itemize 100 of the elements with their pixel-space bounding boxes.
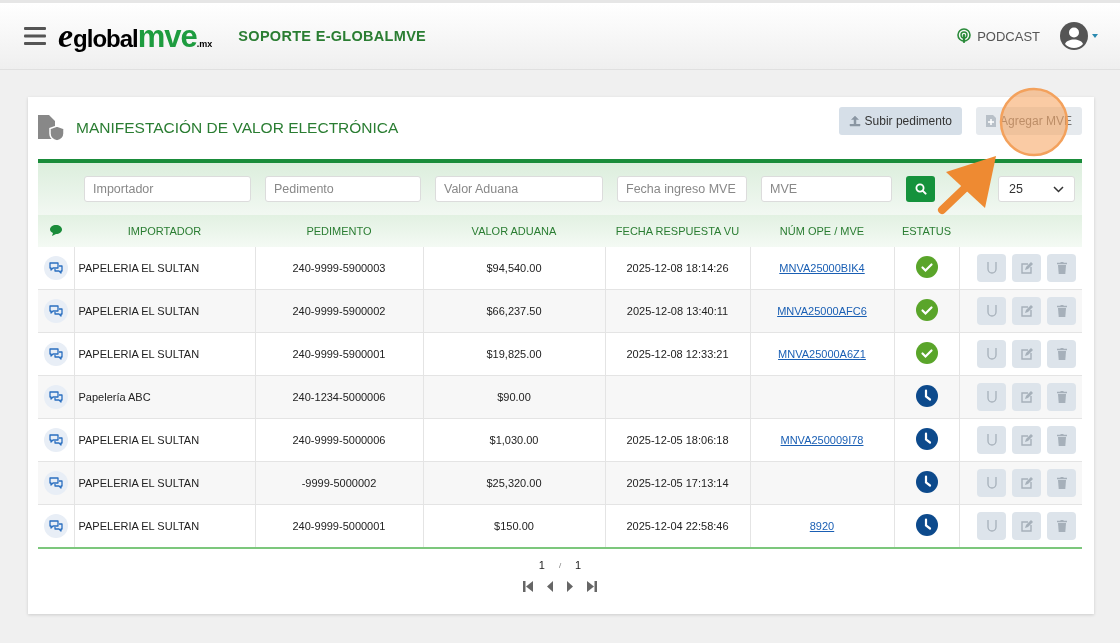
u-shape-icon	[986, 348, 997, 360]
table-cell: 240-9999-5900003	[292, 262, 386, 274]
delete-button[interactable]	[1047, 340, 1076, 368]
table-cell: $150.00	[494, 520, 534, 532]
clock-icon	[915, 471, 938, 493]
table-cell: $19,825.00	[486, 348, 542, 360]
delete-button[interactable]	[1047, 426, 1076, 454]
delete-button[interactable]	[1047, 383, 1076, 411]
podcast-link[interactable]: PODCAST	[957, 28, 1040, 44]
chat-button[interactable]	[43, 299, 68, 323]
panel-title: MANIFESTACIÓN DE VALOR ELECTRÓNICA	[76, 119, 399, 137]
delete-button[interactable]	[1047, 512, 1076, 540]
mve-link[interactable]: MNVA25000BIK4	[779, 262, 865, 274]
mve-link[interactable]: 8920	[809, 520, 835, 532]
column-header: IMPORTADOR	[127, 225, 202, 237]
table-cell: 2025-12-04 22:58:46	[626, 520, 729, 532]
logo[interactable]: eglobalmve.mx	[58, 17, 213, 55]
table-cell: PAPELERIA EL SULTAN	[78, 520, 200, 532]
chat-icon	[47, 347, 64, 361]
edit-icon	[1020, 434, 1033, 446]
u-shape-icon	[986, 477, 997, 489]
table-cell: $1,030.00	[489, 434, 539, 446]
column-header: VALOR ADUANA	[471, 225, 557, 237]
comment-icon	[50, 224, 62, 236]
trash-icon	[1056, 434, 1067, 446]
delete-button[interactable]	[1047, 297, 1076, 325]
column-header: FECHA RESPUESTA VU	[615, 225, 740, 237]
edit-icon	[1020, 262, 1033, 274]
podcast-icon	[957, 28, 972, 44]
table-cell: 240-9999-5000006	[292, 434, 386, 446]
page-separator: /	[558, 560, 562, 570]
clock-icon	[915, 385, 938, 407]
edit-button[interactable]	[1012, 512, 1041, 540]
mve-link[interactable]: MNVA250009I78	[780, 434, 864, 446]
column-header: NÚM OPE / MVE	[779, 225, 865, 237]
u-shape-icon	[986, 391, 997, 403]
page-size-select[interactable]: 25	[998, 176, 1075, 202]
filter-field[interactable]: Valor Aduana	[435, 176, 603, 202]
table-cell: -9999-5000002	[301, 477, 377, 489]
delete-button[interactable]	[1047, 469, 1076, 497]
column-header: ESTATUS	[901, 225, 952, 237]
last-page-icon[interactable]	[587, 581, 597, 592]
document-shield-icon	[38, 115, 66, 141]
edit-button[interactable]	[1012, 297, 1041, 325]
search-button[interactable]	[906, 176, 935, 202]
edit-icon	[1020, 348, 1033, 360]
edit-button[interactable]	[1012, 340, 1041, 368]
edit-button[interactable]	[1012, 254, 1041, 282]
u-shape-icon	[986, 305, 997, 317]
table-cell: PAPELERIA EL SULTAN	[78, 305, 200, 317]
delete-button[interactable]	[1047, 254, 1076, 282]
table-cell: 2025-12-05 18:06:18	[626, 434, 729, 446]
table-cell: PAPELERIA EL SULTAN	[78, 348, 200, 360]
mve-link[interactable]: MNVA25000AFC6	[777, 305, 867, 317]
edit-button[interactable]	[1012, 469, 1041, 497]
table-cell: 240-9999-5900001	[292, 348, 386, 360]
check-circle-icon	[915, 256, 938, 278]
chevron-down-icon	[1053, 185, 1064, 193]
chat-button[interactable]	[43, 428, 68, 452]
chat-button[interactable]	[43, 385, 68, 409]
edit-button[interactable]	[1012, 426, 1041, 454]
table-cell: PAPELERIA EL SULTAN	[78, 477, 200, 489]
filter-field[interactable]: Importador	[84, 176, 251, 202]
chat-icon	[47, 261, 64, 275]
check-circle-icon	[915, 342, 938, 364]
first-page-icon[interactable]	[523, 581, 533, 592]
mve-link[interactable]: MNVA25000A6Z1	[778, 348, 866, 360]
table-cell: 2025-12-08 18:14:26	[626, 262, 729, 274]
table-cell: 240-1234-5000006	[292, 391, 386, 403]
chat-button[interactable]	[43, 342, 68, 366]
chat-icon	[47, 304, 64, 318]
trash-icon	[1056, 348, 1067, 360]
user-menu[interactable]	[1060, 22, 1098, 50]
chat-button[interactable]	[43, 256, 68, 280]
previous-page-icon[interactable]	[547, 581, 553, 592]
trash-icon	[1056, 391, 1067, 403]
upload-button[interactable]: Subir pedimento	[838, 107, 962, 135]
table-cell: PAPELERIA EL SULTAN	[78, 262, 200, 274]
trash-icon	[1056, 305, 1067, 317]
caret-icon	[1092, 34, 1098, 38]
table-cell: 240-9999-5900002	[292, 305, 386, 317]
menu-icon[interactable]	[24, 27, 46, 45]
table-cell: $66,237.50	[486, 305, 542, 317]
edit-icon	[1020, 520, 1033, 532]
table-cell: 2025-12-08 12:33:21	[626, 348, 729, 360]
table-cell: $25,320.00	[486, 477, 542, 489]
table-cell: 2025-12-05 17:13:14	[626, 477, 729, 489]
clock-icon	[915, 514, 938, 536]
edit-icon	[1020, 305, 1033, 317]
filter-field[interactable]: Fecha ingreso MVE	[617, 176, 747, 202]
next-page-icon[interactable]	[567, 581, 573, 592]
filter-field[interactable]: MVE	[761, 176, 892, 202]
chat-button[interactable]	[43, 514, 68, 538]
chat-icon	[47, 390, 64, 404]
edit-icon	[1020, 391, 1033, 403]
search-icon	[914, 183, 927, 195]
chat-button[interactable]	[43, 471, 68, 495]
edit-button[interactable]	[1012, 383, 1041, 411]
filter-field[interactable]: Pedimento	[265, 176, 421, 202]
u-shape-icon	[986, 520, 997, 532]
